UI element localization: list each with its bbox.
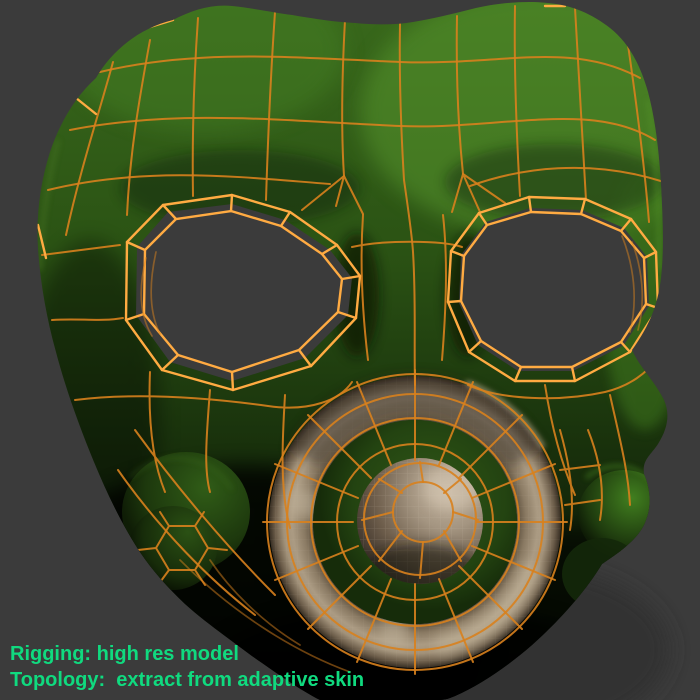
gas-mask-3d-render: [0, 0, 700, 700]
render-viewport: Rigging: high res model Topology: extrac…: [0, 0, 700, 700]
caption-rigging: Rigging: high res model: [10, 643, 239, 665]
caption-topology: Topology: extract from adaptive skin: [10, 669, 365, 691]
